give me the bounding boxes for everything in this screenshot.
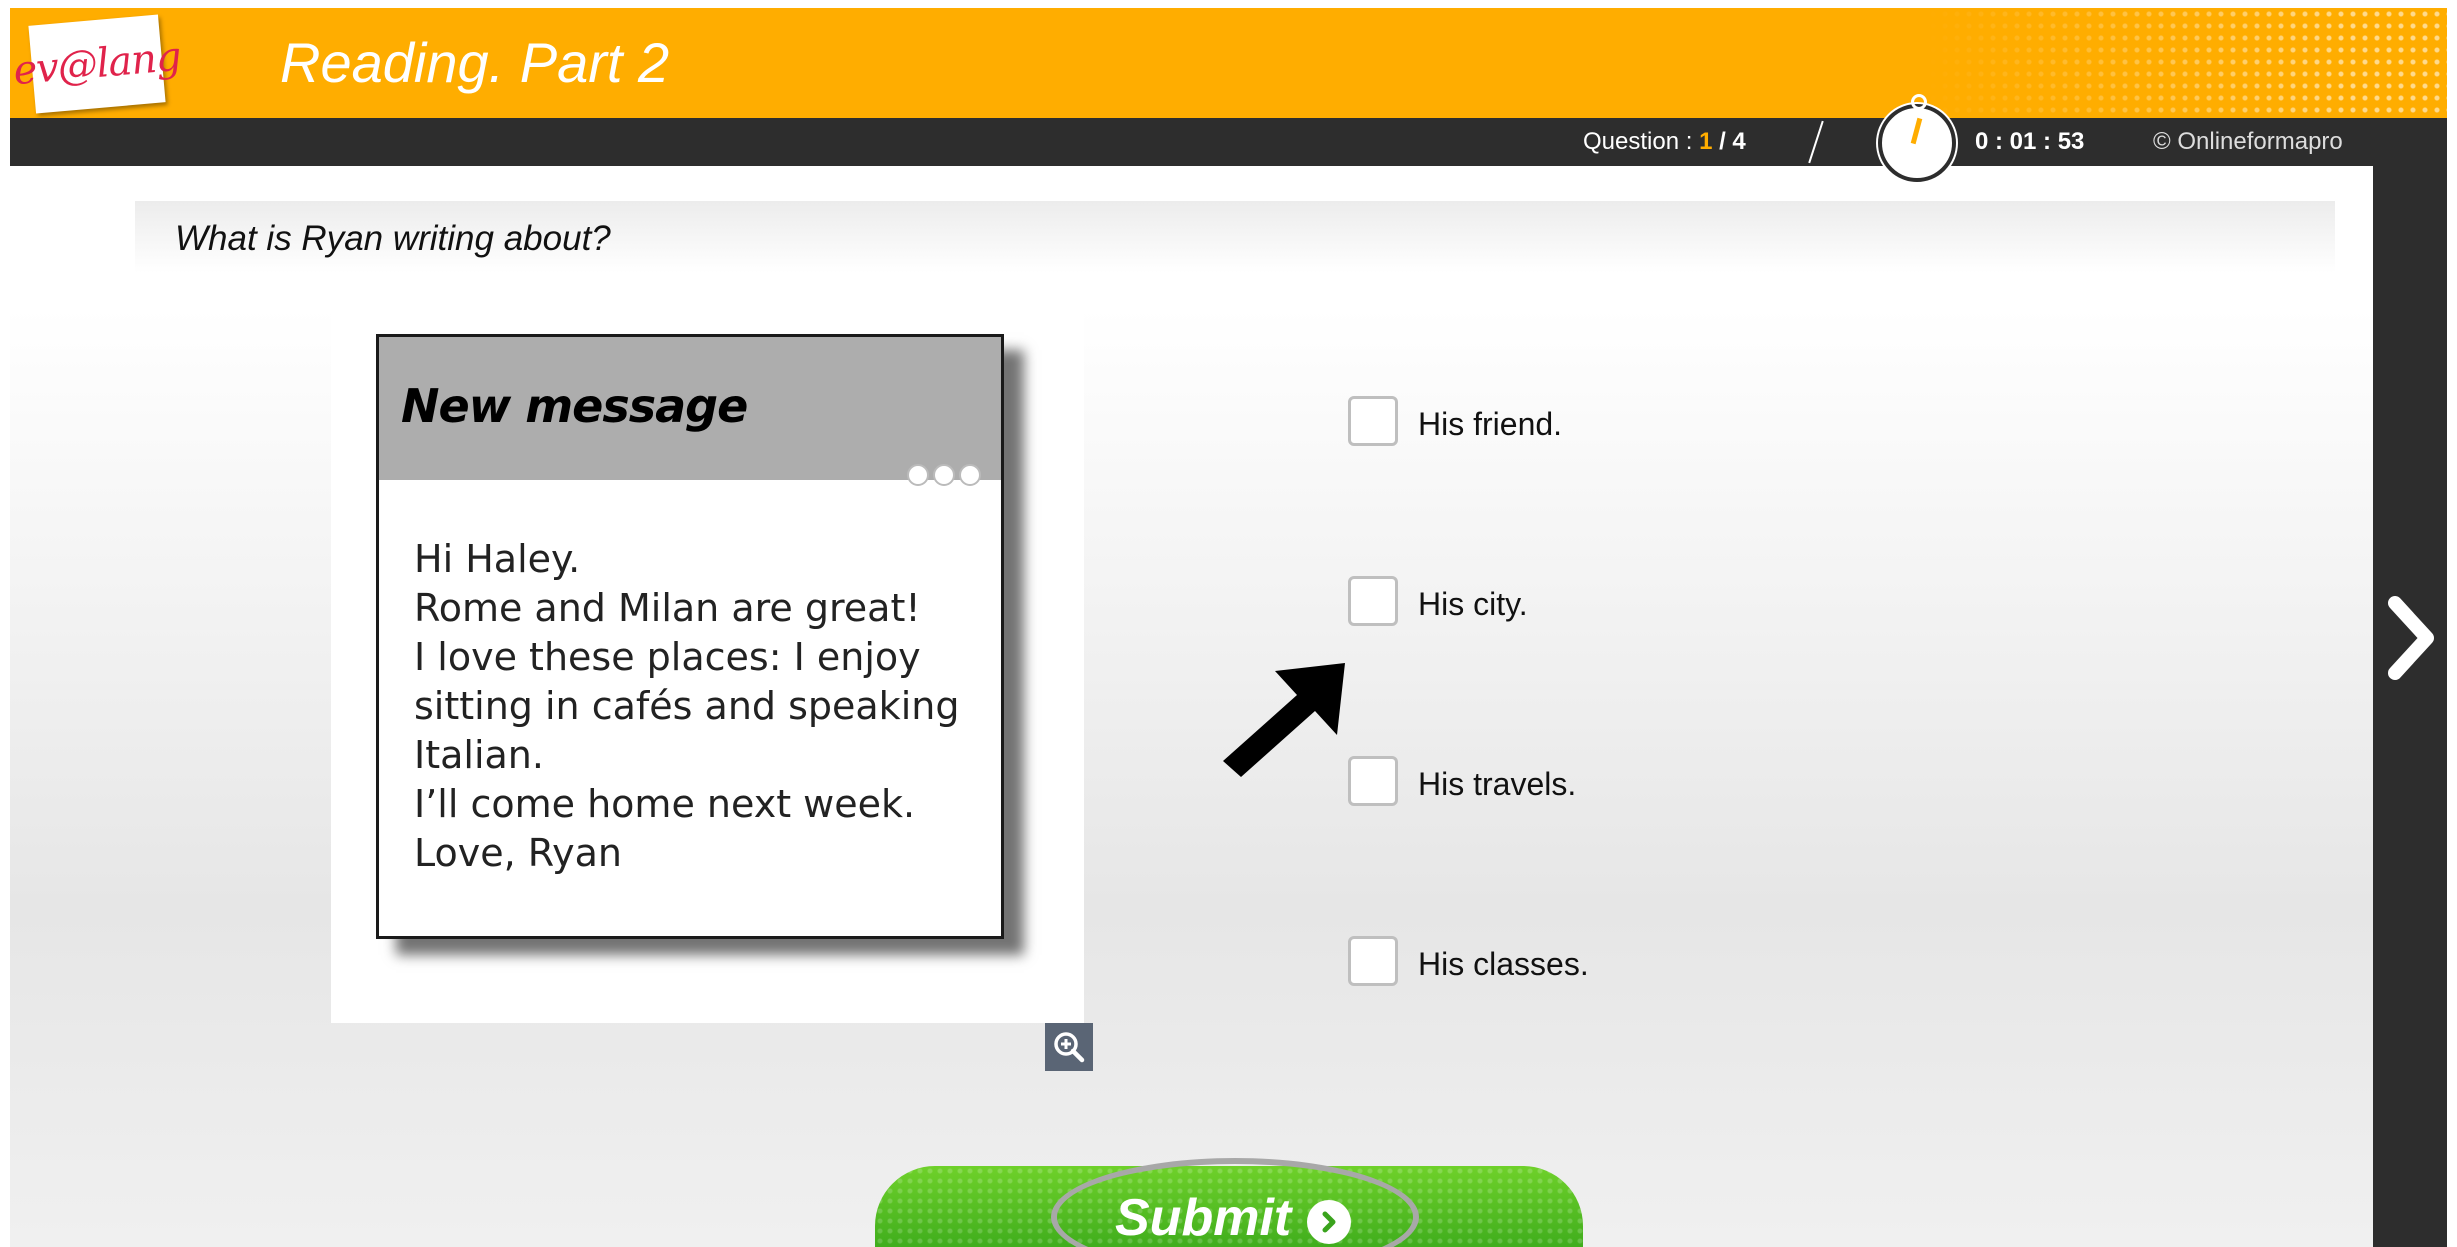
message-line: sitting in cafés and speaking — [414, 684, 960, 728]
answer-label[interactable]: His classes. — [1418, 946, 1589, 983]
evalang-logo: ev@lang — [12, 14, 182, 114]
copyright-text: © Onlineformapro — [2153, 128, 2343, 155]
answer-label[interactable]: His friend. — [1418, 406, 1562, 443]
app-frame: ev@lang Reading. Part 2 Question : 1 / 4… — [10, 8, 2447, 1247]
status-bar: Question : 1 / 4 0 : 01 : 53 © Onlinefor… — [10, 94, 2447, 182]
question-bar: What is Ryan writing about? — [135, 201, 2335, 273]
next-question-button[interactable] — [2385, 593, 2437, 683]
message-line: Rome and Milan are great! — [414, 586, 921, 630]
question-counter: Question : 1 / 4 — [1583, 128, 1746, 156]
status-separator — [1808, 120, 1824, 164]
answer-checkbox[interactable] — [1348, 936, 1398, 986]
right-sidebar — [2373, 166, 2447, 1247]
question-text: What is Ryan writing about? — [175, 219, 611, 258]
timer-readout: 0 : 01 : 53 — [1975, 128, 2085, 155]
zoom-button[interactable] — [1045, 1023, 1093, 1071]
page-title: Reading. Part 2 — [280, 31, 670, 94]
question-current: 1 — [1699, 128, 1713, 155]
stopwatch-icon — [1878, 94, 1956, 182]
message-line: I love these places: I enjoy — [414, 635, 921, 679]
message-header: New message — [379, 337, 1001, 486]
answer-checkbox[interactable] — [1348, 396, 1398, 446]
chevron-right-icon — [2388, 596, 2434, 680]
answer-checkbox[interactable] — [1348, 756, 1398, 806]
submit-label[interactable]: Submit — [1115, 1188, 1291, 1247]
message-body: Hi Haley. Rome and Milan are great! I lo… — [414, 535, 959, 878]
zoom-in-icon — [1054, 1032, 1085, 1063]
question-counter-label: Question : — [1583, 128, 1700, 155]
message-image-panel: New message Hi Haley. Rome and Milan are… — [331, 309, 1084, 1023]
logo-text: ev@lang — [11, 33, 183, 95]
answer-label[interactable]: His city. — [1418, 586, 1528, 623]
message-line: Love, Ryan — [414, 831, 622, 875]
message-line: Hi Haley. — [414, 537, 581, 581]
stopwatch-hand — [1910, 117, 1923, 145]
message-title: New message — [401, 379, 748, 433]
answer-label[interactable]: His travels. — [1418, 766, 1576, 803]
message-line: I’ll come home next week. — [414, 782, 916, 826]
circle-chevron-right-icon — [1307, 1200, 1351, 1244]
header-bar: ev@lang Reading. Part 2 — [10, 8, 2447, 118]
more-options-icon — [907, 464, 981, 486]
message-line: Italian. — [414, 733, 544, 777]
answer-checkbox[interactable] — [1348, 576, 1398, 626]
message-card: New message Hi Haley. Rome and Milan are… — [376, 334, 1004, 939]
question-total: / 4 — [1712, 128, 1746, 155]
header-dot-pattern — [1927, 8, 2447, 118]
arrow-pointer-icon — [1223, 663, 1345, 777]
submit-button[interactable]: Submit — [875, 1158, 1583, 1247]
stopwatch-knob — [1911, 94, 1927, 110]
